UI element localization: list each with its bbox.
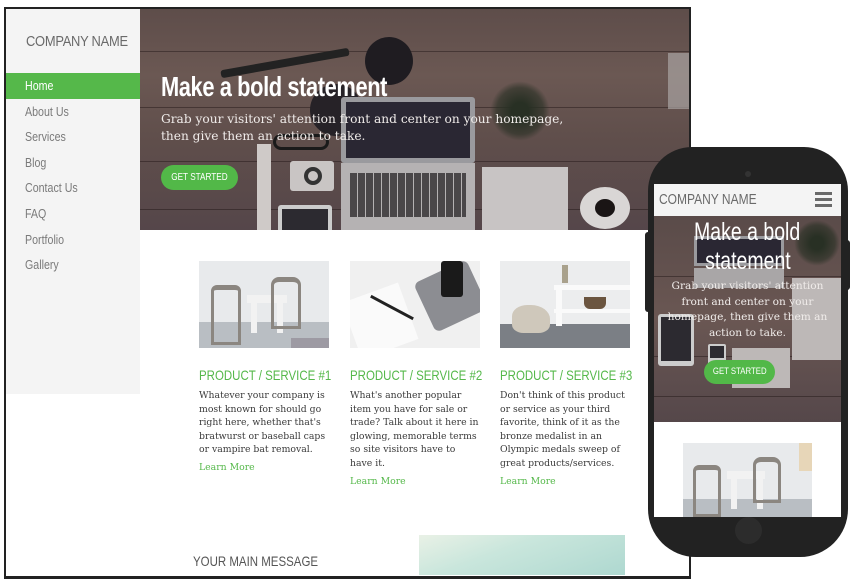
- nav-label: Gallery: [25, 257, 59, 273]
- main-message-image: [419, 535, 625, 575]
- sidebar: COMPANY NAME Home About Us Services Blog…: [6, 9, 140, 394]
- product-title: PRODUCT / SERVICE #2: [350, 367, 483, 383]
- hero-banner: Make a bold statement Grab your visitors…: [140, 9, 689, 230]
- learn-more-link[interactable]: Learn More: [199, 462, 329, 473]
- learn-more-link[interactable]: Learn More: [500, 476, 630, 487]
- light-patch: [668, 53, 689, 109]
- product-image-shelf: [500, 261, 630, 348]
- nav-label: FAQ: [25, 205, 47, 221]
- mobile-hero-subtitle: Grab your visitors' attention front and …: [667, 280, 828, 339]
- ruler-image: [257, 144, 271, 230]
- nav-label: Blog: [25, 154, 47, 170]
- mobile-product-image-chairs: [683, 443, 812, 517]
- nav-label: Portfolio: [25, 231, 65, 247]
- nav-item-home[interactable]: Home: [6, 73, 140, 99]
- phone-home-button[interactable]: [735, 517, 762, 544]
- product-description: What's another popular item you have for…: [350, 390, 479, 469]
- nav-item-faq[interactable]: FAQ: [6, 201, 140, 227]
- nav-item-contact-us[interactable]: Contact Us: [6, 175, 140, 201]
- product-image-tablet-pen: [350, 261, 480, 348]
- button-label: GET STARTED: [171, 172, 228, 183]
- wood-plank-line: [654, 396, 841, 397]
- title-line: statement: [704, 247, 791, 275]
- product-card-3: PRODUCT / SERVICE #3 Don't think of this…: [500, 261, 633, 487]
- nav-label: Contact Us: [25, 180, 78, 196]
- sidebar-nav: Home About Us Services Blog Contact Us F…: [6, 73, 140, 278]
- title-line: Make a bold: [694, 218, 801, 246]
- mobile-hero-title: Make a bold statement: [654, 218, 841, 276]
- hamburger-menu-icon[interactable]: [815, 192, 832, 207]
- mobile-header: COMPANY NAME: [654, 184, 841, 216]
- hero-subtitle: Grab your visitors' attention front and …: [161, 112, 564, 143]
- product-description: Whatever your company is most known for …: [199, 390, 326, 456]
- nav-item-gallery[interactable]: Gallery: [6, 252, 140, 278]
- frame-bottom-border: [4, 576, 691, 579]
- hero-title: Make a bold statement: [161, 71, 388, 102]
- mobile-company-logo-text[interactable]: COMPANY NAME: [659, 191, 757, 208]
- camera-image: [290, 161, 334, 191]
- tablet-image: [278, 205, 332, 230]
- nav-label: About Us: [25, 103, 69, 119]
- nav-item-portfolio[interactable]: Portfolio: [6, 227, 140, 253]
- nav-item-blog[interactable]: Blog: [6, 150, 140, 176]
- product-description: Don't think of this product or service a…: [500, 390, 625, 469]
- product-card-2: PRODUCT / SERVICE #2 What's another popu…: [350, 261, 483, 487]
- button-label: GET STARTED: [712, 366, 767, 377]
- product-title: PRODUCT / SERVICE #1: [199, 367, 332, 383]
- nav-item-about-us[interactable]: About Us: [6, 99, 140, 125]
- mobile-get-started-button[interactable]: GET STARTED: [704, 360, 775, 384]
- mobile-phone-frame: Make a bold statement Grab your visitors…: [648, 147, 848, 557]
- nav-label: Home: [25, 78, 54, 93]
- product-card-1: PRODUCT / SERVICE #1 Whatever your compa…: [199, 261, 332, 473]
- paper-image: [482, 167, 568, 230]
- coffee-cup-image: [580, 187, 630, 229]
- product-image-chairs: [199, 261, 329, 348]
- nav-item-services[interactable]: Services: [6, 124, 140, 150]
- mobile-screen: Make a bold statement Grab your visitors…: [654, 184, 841, 517]
- company-logo-text[interactable]: COMPANY NAME: [26, 33, 128, 50]
- product-title: PRODUCT / SERVICE #3: [500, 367, 633, 383]
- get-started-button[interactable]: GET STARTED: [161, 165, 238, 190]
- mobile-hero: Make a bold statement Grab your visitors…: [654, 216, 841, 422]
- learn-more-link[interactable]: Learn More: [350, 476, 480, 487]
- nav-label: Services: [25, 129, 66, 145]
- phone-camera-dot: [745, 171, 751, 177]
- main-message-heading: YOUR MAIN MESSAGE: [193, 553, 319, 569]
